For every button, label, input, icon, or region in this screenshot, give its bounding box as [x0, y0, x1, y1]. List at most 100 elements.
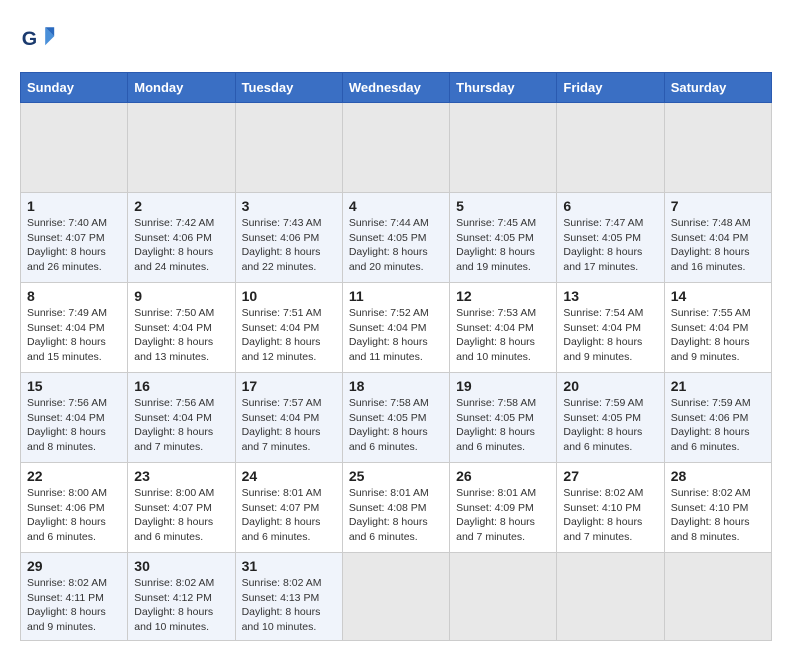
- day-info: Sunrise: 7:48 AM Sunset: 4:04 PM Dayligh…: [671, 216, 765, 275]
- daylight-label: Daylight: 8 hours and 6 minutes.: [349, 426, 428, 453]
- calendar-cell: [664, 103, 771, 193]
- daylight-label: Daylight: 8 hours and 12 minutes.: [242, 336, 321, 363]
- weekday-header-wednesday: Wednesday: [342, 73, 449, 103]
- daylight-label: Daylight: 8 hours and 6 minutes.: [134, 516, 213, 543]
- sunset-label: Sunset: 4:05 PM: [563, 412, 641, 424]
- sunrise-label: Sunrise: 8:02 AM: [134, 577, 214, 589]
- day-info: Sunrise: 7:45 AM Sunset: 4:05 PM Dayligh…: [456, 216, 550, 275]
- calendar-cell: [557, 553, 664, 641]
- day-info: Sunrise: 7:40 AM Sunset: 4:07 PM Dayligh…: [27, 216, 121, 275]
- sunrise-label: Sunrise: 7:40 AM: [27, 217, 107, 229]
- calendar-cell: 21 Sunrise: 7:59 AM Sunset: 4:06 PM Dayl…: [664, 373, 771, 463]
- sunrise-label: Sunrise: 7:45 AM: [456, 217, 536, 229]
- day-info: Sunrise: 8:02 AM Sunset: 4:13 PM Dayligh…: [242, 576, 336, 635]
- day-info: Sunrise: 7:44 AM Sunset: 4:05 PM Dayligh…: [349, 216, 443, 275]
- day-number: 13: [563, 288, 657, 304]
- sunset-label: Sunset: 4:04 PM: [27, 412, 105, 424]
- calendar-cell: [557, 103, 664, 193]
- sunset-label: Sunset: 4:05 PM: [456, 412, 534, 424]
- sunrise-label: Sunrise: 7:54 AM: [563, 307, 643, 319]
- sunset-label: Sunset: 4:06 PM: [27, 502, 105, 514]
- daylight-label: Daylight: 8 hours and 8 minutes.: [27, 426, 106, 453]
- calendar-cell: 14 Sunrise: 7:55 AM Sunset: 4:04 PM Dayl…: [664, 283, 771, 373]
- calendar-week-5: 22 Sunrise: 8:00 AM Sunset: 4:06 PM Dayl…: [21, 463, 772, 553]
- day-info: Sunrise: 8:02 AM Sunset: 4:10 PM Dayligh…: [671, 486, 765, 545]
- calendar-cell: 29 Sunrise: 8:02 AM Sunset: 4:11 PM Dayl…: [21, 553, 128, 641]
- sunset-label: Sunset: 4:10 PM: [671, 502, 749, 514]
- calendar-cell: 5 Sunrise: 7:45 AM Sunset: 4:05 PM Dayli…: [450, 193, 557, 283]
- calendar-cell: 8 Sunrise: 7:49 AM Sunset: 4:04 PM Dayli…: [21, 283, 128, 373]
- weekday-header-monday: Monday: [128, 73, 235, 103]
- sunset-label: Sunset: 4:04 PM: [671, 232, 749, 244]
- daylight-label: Daylight: 8 hours and 17 minutes.: [563, 246, 642, 273]
- calendar-cell: [664, 553, 771, 641]
- calendar-cell: 9 Sunrise: 7:50 AM Sunset: 4:04 PM Dayli…: [128, 283, 235, 373]
- day-info: Sunrise: 7:56 AM Sunset: 4:04 PM Dayligh…: [27, 396, 121, 455]
- day-info: Sunrise: 8:01 AM Sunset: 4:09 PM Dayligh…: [456, 486, 550, 545]
- day-number: 30: [134, 558, 228, 574]
- daylight-label: Daylight: 8 hours and 9 minutes.: [27, 606, 106, 633]
- calendar-cell: 18 Sunrise: 7:58 AM Sunset: 4:05 PM Dayl…: [342, 373, 449, 463]
- sunset-label: Sunset: 4:09 PM: [456, 502, 534, 514]
- day-info: Sunrise: 7:52 AM Sunset: 4:04 PM Dayligh…: [349, 306, 443, 365]
- day-number: 8: [27, 288, 121, 304]
- calendar-cell: 28 Sunrise: 8:02 AM Sunset: 4:10 PM Dayl…: [664, 463, 771, 553]
- day-number: 14: [671, 288, 765, 304]
- sunrise-label: Sunrise: 7:56 AM: [27, 397, 107, 409]
- day-number: 2: [134, 198, 228, 214]
- weekday-header-sunday: Sunday: [21, 73, 128, 103]
- day-number: 19: [456, 378, 550, 394]
- calendar-cell: [450, 553, 557, 641]
- sunrise-label: Sunrise: 7:50 AM: [134, 307, 214, 319]
- calendar-cell: 11 Sunrise: 7:52 AM Sunset: 4:04 PM Dayl…: [342, 283, 449, 373]
- sunset-label: Sunset: 4:08 PM: [349, 502, 427, 514]
- day-number: 25: [349, 468, 443, 484]
- calendar-cell: 16 Sunrise: 7:56 AM Sunset: 4:04 PM Dayl…: [128, 373, 235, 463]
- day-info: Sunrise: 8:02 AM Sunset: 4:10 PM Dayligh…: [563, 486, 657, 545]
- day-info: Sunrise: 7:59 AM Sunset: 4:05 PM Dayligh…: [563, 396, 657, 455]
- sunrise-label: Sunrise: 7:53 AM: [456, 307, 536, 319]
- daylight-label: Daylight: 8 hours and 9 minutes.: [563, 336, 642, 363]
- daylight-label: Daylight: 8 hours and 6 minutes.: [456, 426, 535, 453]
- daylight-label: Daylight: 8 hours and 26 minutes.: [27, 246, 106, 273]
- sunrise-label: Sunrise: 7:59 AM: [563, 397, 643, 409]
- sunset-label: Sunset: 4:05 PM: [349, 232, 427, 244]
- daylight-label: Daylight: 8 hours and 13 minutes.: [134, 336, 213, 363]
- sunrise-label: Sunrise: 8:00 AM: [27, 487, 107, 499]
- daylight-label: Daylight: 8 hours and 19 minutes.: [456, 246, 535, 273]
- day-info: Sunrise: 8:01 AM Sunset: 4:08 PM Dayligh…: [349, 486, 443, 545]
- sunset-label: Sunset: 4:11 PM: [27, 592, 104, 604]
- day-info: Sunrise: 8:01 AM Sunset: 4:07 PM Dayligh…: [242, 486, 336, 545]
- sunrise-label: Sunrise: 8:00 AM: [134, 487, 214, 499]
- calendar-cell: 15 Sunrise: 7:56 AM Sunset: 4:04 PM Dayl…: [21, 373, 128, 463]
- calendar-cell: [128, 103, 235, 193]
- calendar-cell: 20 Sunrise: 7:59 AM Sunset: 4:05 PM Dayl…: [557, 373, 664, 463]
- sunset-label: Sunset: 4:04 PM: [242, 322, 320, 334]
- day-number: 31: [242, 558, 336, 574]
- calendar-week-3: 8 Sunrise: 7:49 AM Sunset: 4:04 PM Dayli…: [21, 283, 772, 373]
- day-info: Sunrise: 8:00 AM Sunset: 4:06 PM Dayligh…: [27, 486, 121, 545]
- day-number: 9: [134, 288, 228, 304]
- calendar-cell: [21, 103, 128, 193]
- sunset-label: Sunset: 4:04 PM: [456, 322, 534, 334]
- daylight-label: Daylight: 8 hours and 20 minutes.: [349, 246, 428, 273]
- svg-text:G: G: [22, 28, 37, 50]
- daylight-label: Daylight: 8 hours and 16 minutes.: [671, 246, 750, 273]
- daylight-label: Daylight: 8 hours and 9 minutes.: [671, 336, 750, 363]
- daylight-label: Daylight: 8 hours and 7 minutes.: [242, 426, 321, 453]
- day-info: Sunrise: 7:59 AM Sunset: 4:06 PM Dayligh…: [671, 396, 765, 455]
- weekday-header-friday: Friday: [557, 73, 664, 103]
- day-info: Sunrise: 7:57 AM Sunset: 4:04 PM Dayligh…: [242, 396, 336, 455]
- sunrise-label: Sunrise: 7:48 AM: [671, 217, 751, 229]
- calendar-cell: 3 Sunrise: 7:43 AM Sunset: 4:06 PM Dayli…: [235, 193, 342, 283]
- calendar-cell: [342, 553, 449, 641]
- daylight-label: Daylight: 8 hours and 7 minutes.: [134, 426, 213, 453]
- weekday-header-row: SundayMondayTuesdayWednesdayThursdayFrid…: [21, 73, 772, 103]
- day-number: 7: [671, 198, 765, 214]
- sunrise-label: Sunrise: 7:51 AM: [242, 307, 322, 319]
- daylight-label: Daylight: 8 hours and 6 minutes.: [671, 426, 750, 453]
- day-info: Sunrise: 7:43 AM Sunset: 4:06 PM Dayligh…: [242, 216, 336, 275]
- day-number: 17: [242, 378, 336, 394]
- calendar-cell: 1 Sunrise: 7:40 AM Sunset: 4:07 PM Dayli…: [21, 193, 128, 283]
- calendar-cell: 4 Sunrise: 7:44 AM Sunset: 4:05 PM Dayli…: [342, 193, 449, 283]
